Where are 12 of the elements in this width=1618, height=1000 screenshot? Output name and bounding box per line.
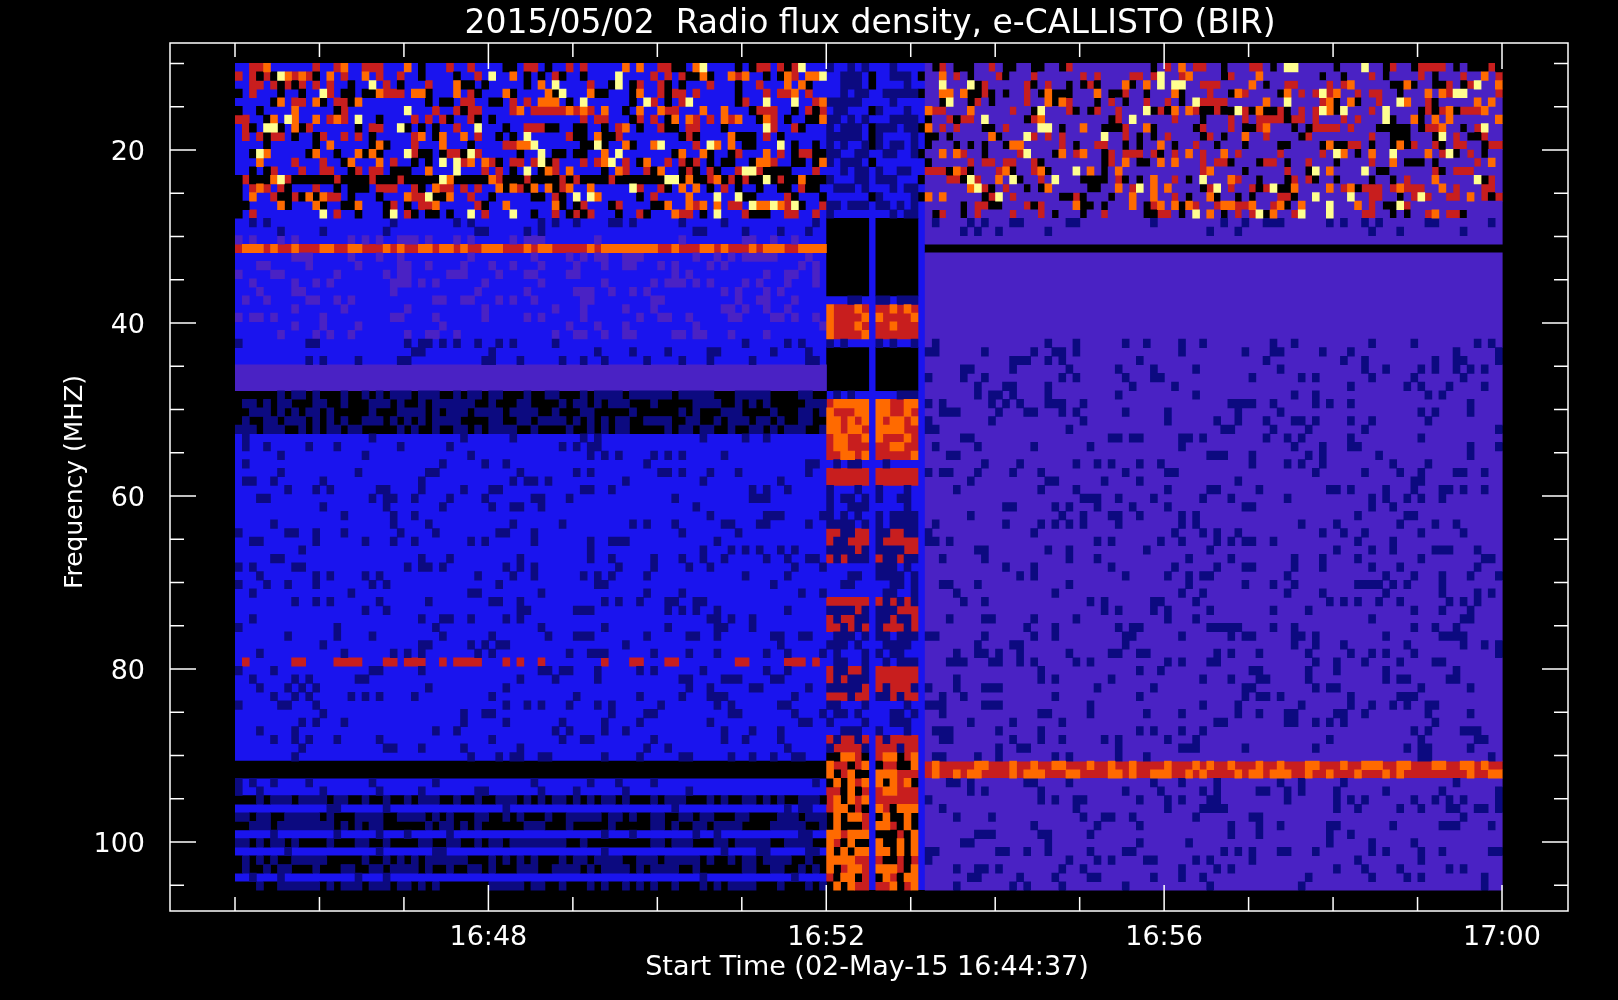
y-tick-label: 40 [110,308,145,339]
x-tick-label: 17:00 [1463,920,1541,951]
x-tick-label: 16:48 [449,920,528,951]
x-tick-label: 16:52 [787,920,866,951]
y-tick-label: 60 [110,481,145,512]
x-tick-label: 16:56 [1125,920,1204,951]
y-tick-label: 20 [110,135,145,166]
y-tick-label: 80 [110,654,145,685]
y-axis-label: Frequency (MHZ) [59,374,88,590]
y-tick-label: 100 [93,827,145,858]
x-axis-label: Start Time (02-May-15 16:44:37) [645,950,1089,981]
chart-title: 2015/05/02 Radio flux density, e-CALLISTO (BIR) [464,2,1276,41]
